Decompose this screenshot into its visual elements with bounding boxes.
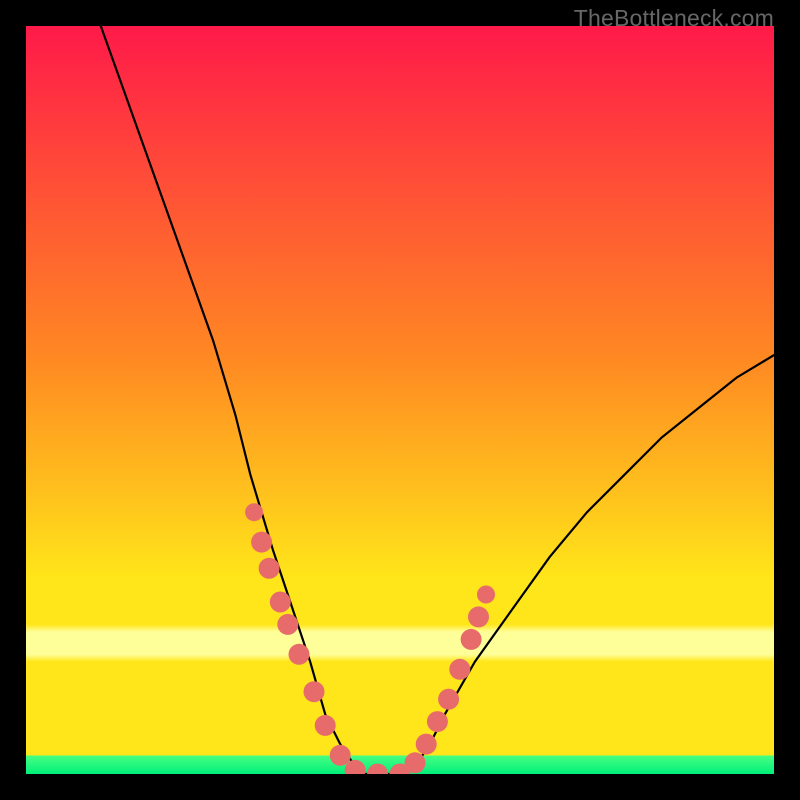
curve-marker (304, 681, 325, 702)
curve-marker (289, 644, 310, 665)
curve-svg (26, 26, 774, 774)
curve-marker (367, 764, 388, 775)
curve-marker (259, 558, 280, 579)
curve-marker (438, 689, 459, 710)
curve-marker (449, 659, 470, 680)
curve-marker (477, 586, 495, 604)
curve-marker (277, 614, 298, 635)
markers-group (245, 503, 495, 774)
curve-marker (416, 734, 437, 755)
curve-marker (315, 715, 336, 736)
chart-container: TheBottleneck.com (0, 0, 800, 800)
bottleneck-curve (101, 26, 774, 774)
curve-marker (468, 606, 489, 627)
curve-marker (427, 711, 448, 732)
curve-marker (251, 532, 272, 553)
curve-marker (330, 745, 351, 766)
curve-marker (245, 503, 263, 521)
plot-area (26, 26, 774, 774)
curve-marker (405, 752, 426, 773)
curve-marker (461, 629, 482, 650)
curve-marker (270, 592, 291, 613)
